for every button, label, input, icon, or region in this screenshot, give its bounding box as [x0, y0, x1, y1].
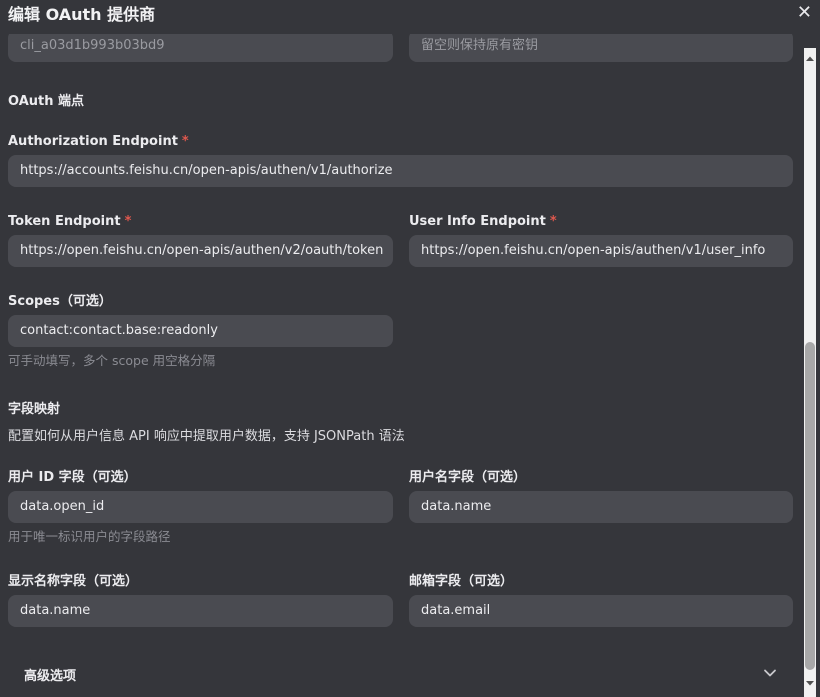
token-endpoint-input[interactable]: https://open.feishu.cn/open-apis/authen/… [8, 235, 393, 267]
required-mark: * [181, 134, 189, 149]
authorization-endpoint-input[interactable]: https://accounts.feishu.cn/open-apis/aut… [8, 155, 793, 187]
scroll-up-arrow-icon[interactable] [804, 52, 816, 66]
scopes-input[interactable]: contact:contact.base:readonly [8, 315, 393, 347]
client-secret-input-partial[interactable]: 留空则保持原有密钥 [409, 34, 793, 62]
scopes-hint: 可手动填写，多个 scope 用空格分隔 [8, 353, 216, 368]
email-field-label: 邮箱字段（可选） [409, 574, 514, 589]
dialog-title: 编辑 OAuth 提供商 [8, 5, 156, 24]
mapping-section-description: 配置如何从用户信息 API 响应中提取用户数据，支持 JSONPath 语法 [8, 429, 405, 444]
authorization-endpoint-label-text: Authorization Endpoint [8, 134, 178, 149]
email-field-input[interactable]: data.email [409, 595, 793, 627]
scrollbar[interactable] [800, 48, 820, 697]
dialog-body[interactable]: cli_a03d1b993b03bd9 留空则保持原有密钥 OAuth 端点 A… [0, 34, 800, 697]
display-name-field-input[interactable]: data.name [8, 595, 393, 627]
token-endpoint-label-text: Token Endpoint [8, 214, 121, 229]
client-id-input-partial[interactable]: cli_a03d1b993b03bd9 [8, 34, 393, 62]
endpoints-section-title: OAuth 端点 [8, 94, 85, 109]
token-endpoint-label: Token Endpoint * [8, 213, 131, 231]
display-name-field-label: 显示名称字段（可选） [8, 574, 139, 589]
advanced-options-label: 高级选项 [24, 669, 77, 684]
close-icon[interactable]: ✕ [797, 3, 812, 23]
dialog-header: 编辑 OAuth 提供商 ✕ [0, 0, 820, 34]
user-info-endpoint-input[interactable]: https://open.feishu.cn/open-apis/authen/… [409, 235, 793, 267]
scopes-label: Scopes（可选） [8, 294, 112, 309]
chevron-down-icon [764, 669, 776, 677]
scroll-down-arrow-icon[interactable] [804, 676, 816, 690]
user-info-endpoint-label: User Info Endpoint * [409, 213, 557, 231]
user-info-endpoint-label-text: User Info Endpoint [409, 214, 546, 229]
user-id-field-label: 用户 ID 字段（可选） [8, 470, 137, 485]
advanced-options-toggle[interactable]: 高级选项 [8, 654, 793, 694]
username-field-label: 用户名字段（可选） [409, 470, 527, 485]
mapping-section-title: 字段映射 [8, 402, 61, 417]
required-mark: * [124, 214, 132, 229]
required-mark: * [549, 214, 557, 229]
authorization-endpoint-label: Authorization Endpoint * [8, 133, 189, 151]
scrollbar-thumb[interactable] [805, 342, 815, 670]
user-id-field-input[interactable]: data.open_id [8, 491, 393, 523]
username-field-input[interactable]: data.name [409, 491, 793, 523]
user-id-field-hint: 用于唯一标识用户的字段路径 [8, 529, 171, 544]
